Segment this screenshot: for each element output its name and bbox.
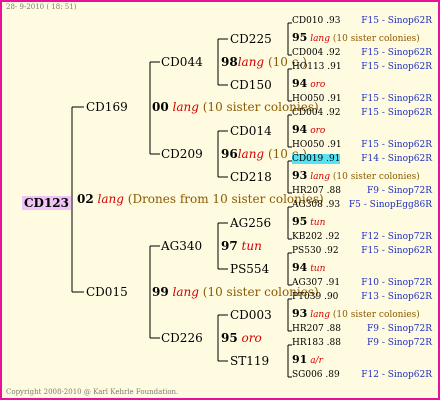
gen4-code: F15 - Sinop62R	[361, 94, 432, 104]
gen4-note: 93 lang (10 sister colonies)	[292, 307, 420, 320]
gen4-node[interactable]: AG308 .93	[292, 200, 340, 210]
gen4-code: F9 - Sinop72R	[367, 324, 432, 334]
gen4-code: F9 - Sinop72R	[367, 338, 432, 348]
gen4-note: 91 a/r	[292, 353, 323, 366]
gen4-node[interactable]: CD019 .91	[292, 154, 341, 164]
gen2-note: 97 tun	[221, 239, 262, 253]
gen4-note: 95 tun	[292, 215, 326, 228]
gen3-node[interactable]: CD003	[230, 308, 272, 322]
gen4-node[interactable]: PT039 .90	[292, 292, 338, 302]
gen2-node[interactable]: AG340	[161, 239, 202, 253]
gen3-node[interactable]: CD150	[230, 78, 272, 92]
gen4-node[interactable]: HR207 .88	[292, 324, 341, 334]
gen2-node[interactable]: CD044	[161, 55, 203, 69]
gen3-node[interactable]: CD218	[230, 170, 272, 184]
gen4-code: F12 - Sinop62R	[361, 370, 432, 380]
gen1-node[interactable]: CD015	[86, 285, 128, 299]
root-note: 02 lang (Drones from 10 sister colonies)	[77, 192, 324, 206]
gen3-node[interactable]: ST119	[230, 354, 269, 368]
root-queen[interactable]: CD123	[22, 192, 72, 211]
gen4-code: F15 - Sinop62R	[361, 16, 432, 26]
gen4-code: F14 - Sinop62R	[361, 154, 432, 164]
gen4-note: 94 oro	[292, 123, 326, 136]
gen4-note: 94 tun	[292, 261, 326, 274]
gen4-node[interactable]: SG006 .89	[292, 370, 340, 380]
gen4-node[interactable]: HO050 .91	[292, 94, 342, 104]
gen3-node[interactable]: PS554	[230, 262, 269, 276]
gen3-node[interactable]: CD014	[230, 124, 272, 138]
gen2-node[interactable]: CD226	[161, 331, 203, 345]
gen4-note: 94 oro	[292, 77, 326, 90]
root-note-text: lang	[97, 192, 124, 206]
gen4-code: F5 - SinopEgg86R	[348, 200, 432, 210]
gen4-node[interactable]: HO050 .91	[292, 140, 342, 150]
gen3-node[interactable]: AG256	[230, 216, 271, 230]
gen4-code: F10 - Sinop72R	[361, 278, 432, 288]
gen4-node[interactable]: KB202 .92	[292, 232, 340, 242]
gen4-code: F15 - Sinop62R	[361, 108, 432, 118]
gen4-node[interactable]: CD004 .92	[292, 48, 340, 58]
gen4-code: F9 - Sinop72R	[367, 186, 432, 196]
gen4-note: 95 lang (10 sister colonies)	[292, 31, 420, 44]
gen4-node[interactable]: CD010 .93	[292, 16, 340, 26]
gen4-code: F15 - Sinop62R	[361, 246, 432, 256]
gen3-node[interactable]: CD225	[230, 32, 272, 46]
gen2-node[interactable]: CD209	[161, 147, 203, 161]
gen4-code: F15 - Sinop62R	[361, 140, 432, 150]
gen4-node[interactable]: HO113 .91	[292, 62, 342, 72]
root-gen-num: 02	[77, 192, 94, 206]
gen2-note: 95 oro	[221, 331, 262, 345]
gen4-node[interactable]: HR207 .88	[292, 186, 341, 196]
gen4-code: F15 - Sinop62R	[361, 48, 432, 58]
gen4-code: F13 - Sinop62R	[361, 292, 432, 302]
gen1-node[interactable]: CD169	[86, 100, 128, 114]
gen4-note: 93 lang (10 sister colonies)	[292, 169, 420, 182]
gen4-node[interactable]: HR183 .88	[292, 338, 341, 348]
gen4-node[interactable]: CD004 .92	[292, 108, 340, 118]
gen4-node[interactable]: PS530 .92	[292, 246, 339, 256]
gen4-code: F15 - Sinop62R	[361, 62, 432, 72]
gen4-code: F12 - Sinop72R	[361, 232, 432, 242]
gen4-node[interactable]: AG307 .91	[292, 278, 340, 288]
root-label: CD123	[22, 196, 72, 210]
